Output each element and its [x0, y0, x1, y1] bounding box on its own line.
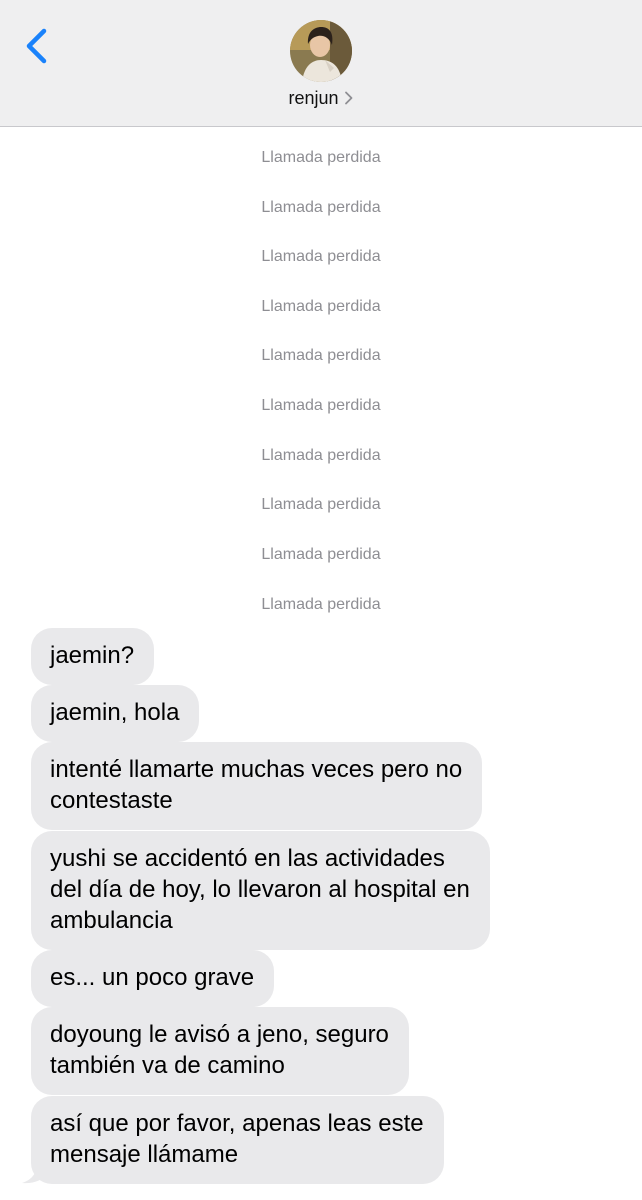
message-bubble[interactable]: jaemin, hola: [31, 685, 200, 742]
missed-call-notice: Llamada perdida: [261, 149, 381, 166]
missed-call-notice: Llamada perdida: [261, 447, 381, 464]
contact-avatar[interactable]: [290, 20, 352, 82]
conversation-header: renjun: [0, 0, 642, 127]
missed-call-notice: Llamada perdida: [261, 596, 381, 613]
chevron-right-icon: [344, 91, 352, 105]
back-button[interactable]: [20, 26, 54, 66]
message-bubble[interactable]: intenté llamarte muchas veces pero no co…: [31, 742, 483, 830]
chevron-left-icon: [26, 28, 47, 64]
message-bubble[interactable]: es... un poco grave: [31, 950, 275, 1007]
missed-call-notice: Llamada perdida: [261, 298, 381, 315]
message-bubble[interactable]: yushi se accidentó en las actividades de…: [31, 831, 490, 950]
missed-call-notice: Llamada perdida: [261, 347, 381, 364]
message-bubble[interactable]: así que por favor, apenas leas este mens…: [31, 1096, 444, 1184]
avatar-photo: [290, 20, 352, 82]
missed-call-notice: Llamada perdida: [261, 248, 381, 265]
message-bubble[interactable]: doyoung le avisó a jeno, seguro también …: [31, 1007, 409, 1095]
missed-call-notice: Llamada perdida: [261, 496, 381, 513]
missed-call-notice: Llamada perdida: [261, 397, 381, 414]
missed-call-notice: Llamada perdida: [261, 199, 381, 216]
missed-call-notice: Llamada perdida: [261, 546, 381, 563]
contact-name-button[interactable]: renjun: [0, 88, 642, 109]
message-bubble[interactable]: jaemin?: [31, 628, 155, 685]
contact-name: renjun: [288, 88, 339, 108]
